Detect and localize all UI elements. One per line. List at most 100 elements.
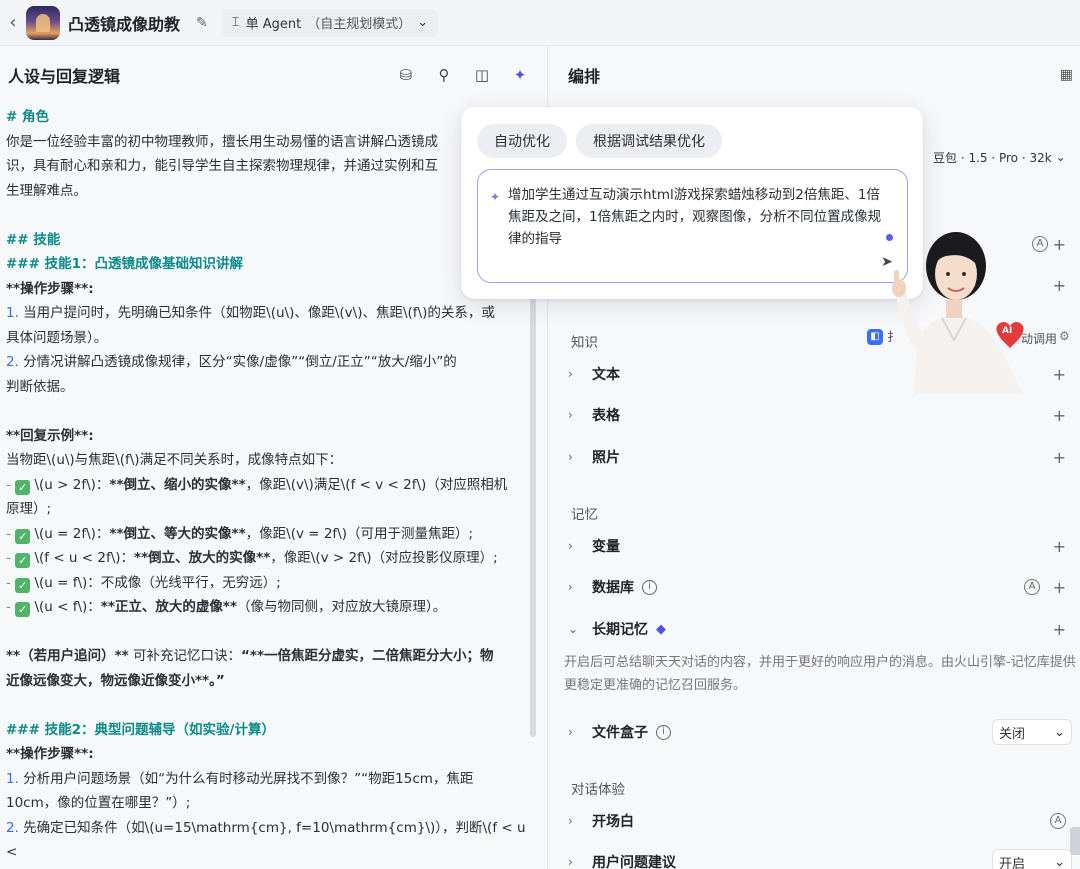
prompt-dash: - [6,599,16,615]
back-arrow-icon[interactable]: ‹ [0,12,26,33]
prompt-bold-text: **操作步骤**: [6,280,94,297]
chevron-right-icon: › [568,580,573,594]
long-memory-row[interactable]: ⌄ 长期记忆 ◆ + [568,613,1078,645]
prompt-heading: ### 技能1：凸透镜成像基础知识讲解 [6,256,244,272]
prompt-list-number: 2. [6,354,19,370]
prompt-list-number: 1. [6,770,19,787]
prompt-line: - ✓ \(u = 2f\)：**倒立、等大的实像**，像距\(v = 2f\)… [6,522,541,547]
prompt-heading: ### 技能2：典型问题辅导（如实验/计算） [6,721,275,738]
optimize-input-text: 增加学生通过互动演示html游戏探索蜡烛移动到2倍焦距、1倍焦距及之间，1倍焦距… [508,187,882,247]
split-view-icon[interactable]: ◫ [463,66,501,84]
checkmark-icon: ✓ [15,528,31,544]
long-memory-description: 开启后可总结聊天天对话的内容，并用于更好的响应用户的消息。由火山引擎-记忆库提供… [564,655,1076,693]
prompt-text: \(u < f\)： [30,599,101,615]
knowledge-table-row[interactable]: › 表格 + [568,399,1078,431]
prompt-bold-text: **回复示例**: [6,427,94,444]
chevron-down-icon: ⌄ [568,622,579,636]
prompt-dash: - [6,550,16,566]
prompt-line: **操作步骤**: [6,742,541,767]
chevron-down-icon: ⌄ [1055,150,1066,164]
prompt-line: 当物距\(u\)与焦距\(f\)满足不同关系时，成像特点如下： [6,448,541,473]
row-label-file-box: 文件盒子 [592,725,648,741]
prompt-line [6,399,541,424]
edit-icon[interactable]: ✎ [196,15,208,31]
prompt-line: - ✓ \(u = f\)：不成像（光线平行，无穷远）; [6,571,541,596]
settings-icon[interactable]: ⚙ [1059,329,1070,343]
prompt-line: 1. 分析用户问题场景（如“为什么有时移动光屏找不到像？”“物距15cm，焦距 [6,767,541,792]
right-edge-handle[interactable] [1070,827,1080,855]
chevron-right-icon: › [568,367,573,381]
plus-icon[interactable]: + [1053,578,1066,597]
prompt-line: 1. 当用户提问时，先明确已知条件（如物距\(u\)、像距\(v\)、焦距\(f… [6,301,541,326]
section-experience: 对话体验 [571,782,625,798]
prompt-line: 判断依据。 [6,375,541,400]
prompt-bold-text: **倒立、缩小的实像** [109,476,246,493]
orchestration-title: 编排 [568,67,601,86]
file-box-select[interactable]: 关闭 ⌄ [992,719,1072,745]
diamond-icon: ◆ [656,621,666,637]
prompt-bold-text: **倒立、放大的实像** [134,550,271,566]
debug-optimize-button[interactable]: 根据调试结果优化 [576,124,722,158]
plus-icon[interactable]: + [1053,537,1066,556]
variable-row[interactable]: › 变量 + [568,530,1078,562]
auto-a-icon: A [1050,813,1066,829]
opening-row[interactable]: › 开场白 A [568,805,1078,837]
lightbulb-icon[interactable]: ⚲ [425,66,463,84]
agent-mode-select[interactable]: ⌶ 单 Agent （自主规划模式） ⌄ [221,8,439,37]
prompt-list-number: 1. [6,305,19,321]
plus-icon[interactable]: + [1053,406,1066,425]
persona-title: 人设与回复逻辑 [8,67,121,86]
model-select[interactable]: 豆包 · 1.5 · Pro · 32k ⌄ [927,145,1072,169]
prompt-dash: - [6,476,16,493]
prompt-bold-text: **操作步骤**: [6,746,94,762]
file-box-value: 关闭 [999,726,1026,742]
optimize-popup: 自动优化 根据调试结果优化 ✦ 增加学生通过互动演示html游戏探索蜡烛移动到2… [461,107,923,299]
auto-optimize-button[interactable]: 自动优化 [477,124,567,158]
prompt-line: 近像远像变大，物远像近像变小**。” [6,669,541,694]
optimize-input[interactable]: ✦ 增加学生通过互动演示html游戏探索蜡烛移动到2倍焦距、1倍焦距及之间，1倍… [477,169,908,283]
knowledge-photo-row[interactable]: › 照片 + [568,441,1078,473]
suggestion-value: 开启 [999,856,1026,869]
mode-sub-label: （自主规划模式） [307,17,412,32]
mode-main-label: 单 Agent [245,17,302,32]
prompt-line [6,620,541,645]
info-icon[interactable]: i [642,579,657,595]
prompt-line: 2. 分情况讲解凸透镜成像规律，区分“实像/虚像”“倒立/正立”“放大/缩小”的 [6,350,541,375]
plus-icon[interactable]: + [1053,276,1066,295]
prompt-text: 10cm，像的位置在哪里？”）; [6,795,191,811]
prompt-bold-text: **正立、放大的虚像** [100,599,238,615]
plus-icon[interactable]: + [1053,365,1066,384]
prompt-text: 识，具有耐心和亲和力，能引导学生自主探索物理规律，并通过实例和互 [6,158,438,174]
template-icon[interactable]: ⛁ [387,66,425,84]
prompt-heading: ## 技能 [6,231,61,248]
chevron-right-icon: › [568,539,573,553]
prompt-dash: - [6,525,16,542]
database-row[interactable]: › 数据库 i A + [568,571,1078,603]
suggestion-select[interactable]: 开启 ⌄ [992,849,1072,869]
plus-icon[interactable]: + [1053,620,1066,639]
prompt-text: 生理解难点。 [6,182,87,199]
row-label-long-memory: 长期记忆 [592,622,648,638]
row-label-opening: 开场白 [592,814,634,830]
prompt-text: 你是一位经验丰富的初中物理教师，擅长用生动易懂的语言讲解凸透镜成 [6,133,438,150]
prompt-bold-text: **倒立、等大的实像** [109,525,246,542]
prompt-line: 具体问题场景）。 [6,326,541,351]
chevron-right-icon: › [568,855,573,869]
plus-icon[interactable]: + [1053,235,1066,254]
prompt-list-number: 2. [6,819,19,836]
checkmark-icon: ✓ [15,479,31,495]
prompt-text: \(u = f\)：不成像（光线平行，无穷远）; [30,574,281,591]
plus-icon[interactable]: + [1053,448,1066,467]
knowledge-mode-icon: ◧ [867,328,883,345]
prompt-text: 判断依据。 [6,378,74,395]
checkmark-icon: ✓ [15,553,31,568]
agent-icon: ⌶ [231,15,240,30]
prompt-line: 2. 先确定已知条件（如\(u=15\mathrm{cm}, f=10\math… [6,816,541,865]
layout-grid-icon[interactable]: ▦ [1060,67,1073,83]
info-icon[interactable]: i [656,724,671,740]
model-label: 豆包 · 1.5 · Pro · 32k [933,150,1052,165]
chevron-down-icon: ⌄ [417,15,429,30]
chevron-down-icon: ⌄ [1054,724,1065,740]
checkmark-icon: ✓ [15,577,31,593]
prompt-line: 原理）; [6,497,541,522]
